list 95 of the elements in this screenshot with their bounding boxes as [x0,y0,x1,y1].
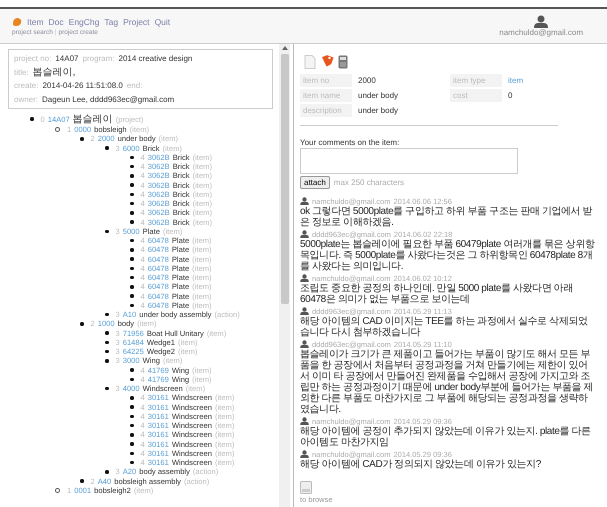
calculator-icon[interactable] [338,55,348,69]
bullet-icon [130,211,134,215]
bullet-icon [130,460,134,464]
user-icon [534,15,548,28]
field-label: item no [300,74,352,87]
field-value: Dageun Lee, dddd963ec@gmail.com [42,94,174,105]
bullet-icon [105,146,108,150]
user-icon [300,197,309,205]
menu-link[interactable]: Tag [104,16,118,26]
bullet-icon [105,230,108,234]
bullet-icon [130,452,134,456]
field-value: 2014 creative design [118,53,192,64]
upload-icon [300,481,312,494]
field-label: item name [300,89,352,102]
bullet-icon [130,183,134,187]
user-icon [300,274,309,282]
comment-label: Your comments on the item: [300,138,400,147]
bullet-icon [130,368,134,372]
bullet-icon [130,266,134,270]
bullet-icon [130,414,134,418]
bullet-icon [130,192,134,196]
field-label: create: [14,80,38,92]
comment-text: 5000plate는 봅슬레이에 필요한 부품 60479plate 여러개를 묶은 상위항목입니다. 즉 5000plate를 사왔다는것은 그 하위항목인 60478plate 8개를 사왔다는 의미입니다. [300,239,596,272]
bullet-icon [130,248,134,252]
bullet-icon [130,164,134,168]
bullet-icon [130,285,134,289]
menu-link[interactable]: Project [123,16,150,26]
bullet-icon [130,257,134,261]
field-label: end: [126,80,142,92]
bullet-icon [105,359,108,363]
bullet-icon [130,294,134,298]
field-value: 2000 [358,75,377,87]
field-label: program: [82,53,115,64]
bullet-icon [130,276,134,280]
user-icon [300,340,309,348]
bullet-icon [130,238,134,242]
bullet-icon [105,340,108,344]
document-icon[interactable] [304,55,316,69]
bullet-icon [55,488,60,493]
bullet-icon [80,137,84,141]
bullet-icon [130,405,134,409]
comment-field[interactable] [300,148,518,174]
bullet-icon [130,202,134,206]
field-label: description [300,104,352,117]
field-value: 14A07 [55,53,78,64]
field-label: title: [14,66,29,78]
user-icon [300,450,309,458]
bullet-icon [105,350,108,354]
user-icon [300,307,309,315]
field-value: 0 [508,90,514,102]
comment-text: ok 그렇다면 5000plate를 구입하고 하위 부품 구조는 판매 기업에서 받은 정보로 이해하겠음. [300,206,594,228]
comment-text: 해당 아이템에 CAD가 정의되지 않았는데 이유가 있는지? [300,459,542,470]
bullet-icon [130,396,134,400]
bullet-icon [105,312,108,316]
bullet-icon [80,322,84,326]
bullet-icon [30,117,34,121]
comment-text: 해당 아이템의 CAD 이미지는 TEE를 하는 과정에서 실수로 삭제되었습니다 다시 첨부하겠습니다 [300,316,589,338]
field-label: project no: [14,53,52,64]
bullet-icon [130,304,134,308]
menu-link[interactable]: Doc [48,16,64,26]
bullet-icon [130,174,134,178]
bullet-icon [105,470,108,474]
field-label: item type [450,74,502,87]
bullet-icon [130,433,134,437]
menu-link[interactable]: EngChg [68,16,100,26]
menu-link[interactable]: Quit [154,16,170,26]
comment-text: 해당 아이템에 공정이 추가되지 않았는데 이유가 있는지. plate를 다른 아이템도 마찬가지임 [300,426,592,448]
field-value: 봅슬레이, [32,66,76,78]
bullet-icon [105,331,108,335]
tree-item-name: 봅슬레이 [72,113,113,126]
bullet-icon [80,479,84,483]
field-value: under body [358,90,400,102]
field-link[interactable]: item [508,74,558,87]
bullet-icon [130,442,134,446]
comment-text: 조립도 중요한 공정의 하나인데. 만일 5000 plate를 사왔다면 아래 60478은 의미가 없는 부품으로 보이는데 [300,283,574,305]
menu-link[interactable]: Item [27,16,44,26]
tag-icon[interactable] [320,55,334,69]
bullet-icon [130,378,134,382]
bullet-icon [105,386,108,390]
bullet-icon [130,424,134,428]
scrollbar[interactable] [279,44,290,507]
field-label: owner: [14,94,38,105]
field-value: 2014-04-26 11:51:08.0 [42,80,123,92]
comment-text: 봅슬레이가 크기가 큰 제품이고 들어가는 부품이 많기도 해서 모든 부품을 한 공장에서 처음부터 공정과정을 거쳐 만들기에는 제한이 있어서 이미 타 공장에서 만들어진 완제품을 수입해서 공장에 가지고와 조립만 하는 공정과정이기 때문에 under body부분에 들어가는 부품을 제외한 다른 부품도 마찬가지로 그 부품에 해당되는 공정과정을 생략하였습니다. [300,349,594,415]
bullet-icon [55,127,60,132]
bullet-icon [130,156,134,160]
user-email[interactable]: namchuldo@gmail.com [499,28,583,37]
attach-button[interactable]: attach [300,176,330,189]
bullet-icon [130,220,134,224]
logo-icon [12,16,22,26]
user-icon [300,417,309,425]
field-label: cost [450,89,502,102]
character-limit-hint: max 250 characters [334,178,404,187]
user-icon [300,230,309,238]
field-value: under body [358,105,400,117]
